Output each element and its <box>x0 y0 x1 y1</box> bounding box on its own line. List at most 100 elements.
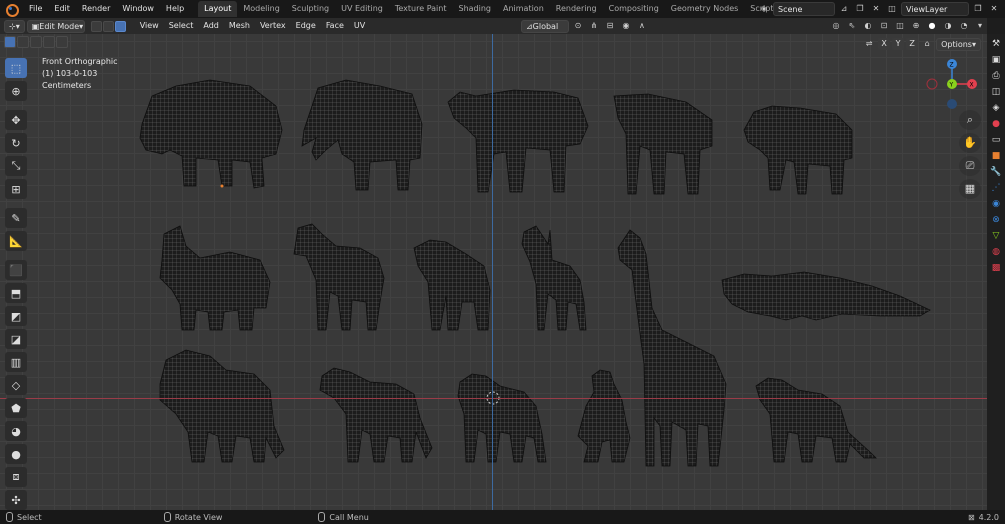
header-menu-edge[interactable]: Edge <box>291 18 321 34</box>
select-extend-button[interactable] <box>17 36 29 48</box>
wireframe-shading-icon[interactable]: ⊕ <box>909 19 923 33</box>
new-scene-icon[interactable]: ❐ <box>853 2 867 16</box>
output-properties-icon[interactable]: ⎙ <box>990 70 1003 83</box>
scene-properties-icon[interactable]: ◈ <box>990 102 1003 115</box>
view-layer-icon[interactable]: ◫ <box>885 2 899 16</box>
tab-uv-editing[interactable]: UV Editing <box>335 1 389 17</box>
add-cube-tool-icon[interactable]: ⬛ <box>5 260 27 280</box>
shading-options-icon[interactable]: ▾ <box>973 19 987 33</box>
tab-compositing[interactable]: Compositing <box>603 1 665 17</box>
proportional-edit-icon[interactable]: ◉ <box>619 19 633 33</box>
scene-icon[interactable]: ◈ <box>757 2 771 16</box>
spin-tool-icon[interactable]: ◕ <box>5 421 27 441</box>
cursor-tool-icon[interactable]: ⊕ <box>5 81 27 101</box>
mesh-edit-overlay-icon[interactable]: ⊡ <box>877 19 891 33</box>
tab-animation[interactable]: Animation <box>497 1 550 17</box>
tab-sculpting[interactable]: Sculpting <box>286 1 335 17</box>
bevel-tool-icon[interactable]: ◪ <box>5 329 27 349</box>
particle-properties-icon[interactable]: ⋰ <box>990 182 1003 195</box>
mirror-z-toggle[interactable]: Z <box>906 38 919 50</box>
pin-icon[interactable]: ⊿ <box>837 2 851 16</box>
smooth-tool-icon[interactable]: ● <box>5 444 27 464</box>
pan-hand-icon[interactable]: ✋ <box>959 133 981 153</box>
rotate-tool-icon[interactable]: ↻ <box>5 133 27 153</box>
menu-edit[interactable]: Edit <box>48 0 76 18</box>
header-menu-vertex[interactable]: Vertex <box>255 18 291 34</box>
material-shading-icon[interactable]: ◑ <box>941 19 955 33</box>
tab-layout[interactable]: Layout <box>198 1 238 17</box>
ortho-grid-icon[interactable]: ▦ <box>959 179 981 199</box>
snap-icon[interactable]: ⋔ <box>587 19 601 33</box>
extrude-tool-icon[interactable]: ⬒ <box>5 283 27 303</box>
modifier-properties-icon[interactable]: 🔧 <box>990 166 1003 179</box>
tab-geometry-nodes[interactable]: Geometry Nodes <box>665 1 744 17</box>
view-layer-properties-icon[interactable]: ◫ <box>990 86 1003 99</box>
annotate-tool-icon[interactable]: ✎ <box>5 208 27 228</box>
mirror-x-toggle[interactable]: X <box>878 38 891 50</box>
camera-view-icon[interactable]: ⎚ <box>959 156 981 176</box>
menu-window[interactable]: Window <box>116 0 160 18</box>
pivot-icon[interactable]: ⊙ <box>571 19 585 33</box>
data-properties-icon[interactable]: ▽ <box>990 230 1003 243</box>
options-dropdown[interactable]: Options ▾ <box>936 37 981 51</box>
constraint-properties-icon[interactable]: ⊗ <box>990 214 1003 227</box>
menu-help[interactable]: Help <box>160 0 190 18</box>
edge-select-button[interactable] <box>102 20 114 32</box>
vertex-select-button[interactable] <box>90 20 102 32</box>
xray-icon[interactable]: ◫ <box>893 19 907 33</box>
select-subtract-button[interactable] <box>30 36 42 48</box>
move-tool-icon[interactable]: ✥ <box>5 110 27 130</box>
measure-tool-icon[interactable]: 📐 <box>5 231 27 251</box>
inset-tool-icon[interactable]: ◩ <box>5 306 27 326</box>
snap-target-icon[interactable]: ⊟ <box>603 19 617 33</box>
visibility-icon[interactable]: ◎ <box>829 19 843 33</box>
delete-scene-icon[interactable]: ✕ <box>869 2 883 16</box>
poly-build-tool-icon[interactable]: ⬟ <box>5 398 27 418</box>
menu-file[interactable]: File <box>23 0 48 18</box>
edit-settings-icon[interactable]: ⌂ <box>920 37 934 51</box>
header-menu-mesh[interactable]: Mesh <box>224 18 255 34</box>
face-select-button[interactable] <box>114 20 126 32</box>
header-menu-select[interactable]: Select <box>164 18 199 34</box>
material-properties-icon[interactable]: ◍ <box>990 246 1003 259</box>
zoom-icon[interactable]: ⌕ <box>959 110 981 130</box>
physics-properties-icon[interactable]: ◉ <box>990 198 1003 211</box>
header-menu-add[interactable]: Add <box>198 18 224 34</box>
header-menu-face[interactable]: Face <box>321 18 349 34</box>
transform-tool-icon[interactable]: ⊞ <box>5 179 27 199</box>
mode-dropdown[interactable]: ▣ Edit Mode ▾ <box>26 19 85 33</box>
knife-tool-icon[interactable]: ◇ <box>5 375 27 395</box>
header-menu-view[interactable]: View <box>135 18 164 34</box>
select-intersect-button[interactable] <box>56 36 68 48</box>
3d-viewport[interactable]: Front Orthographic (1) 103-0-103 Centime… <box>0 34 987 510</box>
falloff-icon[interactable]: ∧ <box>635 19 649 33</box>
edge-slide-tool-icon[interactable]: ⧈ <box>5 467 27 487</box>
delete-view-layer-icon[interactable]: ✕ <box>987 2 1001 16</box>
scene-field[interactable]: Scene <box>773 2 835 16</box>
mirror-y-toggle[interactable]: Y <box>892 38 905 50</box>
editor-type-button[interactable]: ⊹▾ <box>4 19 25 33</box>
new-view-layer-icon[interactable]: ❐ <box>971 2 985 16</box>
world-properties-icon[interactable]: ● <box>990 118 1003 131</box>
overlay-icon[interactable]: ◐ <box>861 19 875 33</box>
loop-cut-tool-icon[interactable]: ▥ <box>5 352 27 372</box>
texture-properties-icon[interactable]: ▩ <box>990 262 1003 275</box>
scale-tool-icon[interactable]: ⤡ <box>5 156 27 176</box>
navigation-gizmo[interactable]: Z X Y <box>926 58 982 112</box>
tab-modeling[interactable]: Modeling <box>237 1 285 17</box>
tool-properties-icon[interactable]: ⚒ <box>990 38 1003 51</box>
select-box-tool-icon[interactable]: ⬚ <box>5 58 27 78</box>
header-menu-uv[interactable]: UV <box>349 18 370 34</box>
tab-shading[interactable]: Shading <box>452 1 497 17</box>
select-new-button[interactable] <box>4 36 16 48</box>
render-properties-icon[interactable]: ▣ <box>990 54 1003 67</box>
tab-rendering[interactable]: Rendering <box>550 1 603 17</box>
tab-texture-paint[interactable]: Texture Paint <box>389 1 453 17</box>
rendered-shading-icon[interactable]: ◔ <box>957 19 971 33</box>
shrink-fatten-tool-icon[interactable]: ✣ <box>5 490 27 510</box>
select-invert-button[interactable] <box>43 36 55 48</box>
blender-logo-icon[interactable] <box>3 2 19 17</box>
collection-properties-icon[interactable]: ▭ <box>990 134 1003 147</box>
solid-shading-icon[interactable]: ● <box>925 19 939 33</box>
menu-render[interactable]: Render <box>76 0 116 18</box>
